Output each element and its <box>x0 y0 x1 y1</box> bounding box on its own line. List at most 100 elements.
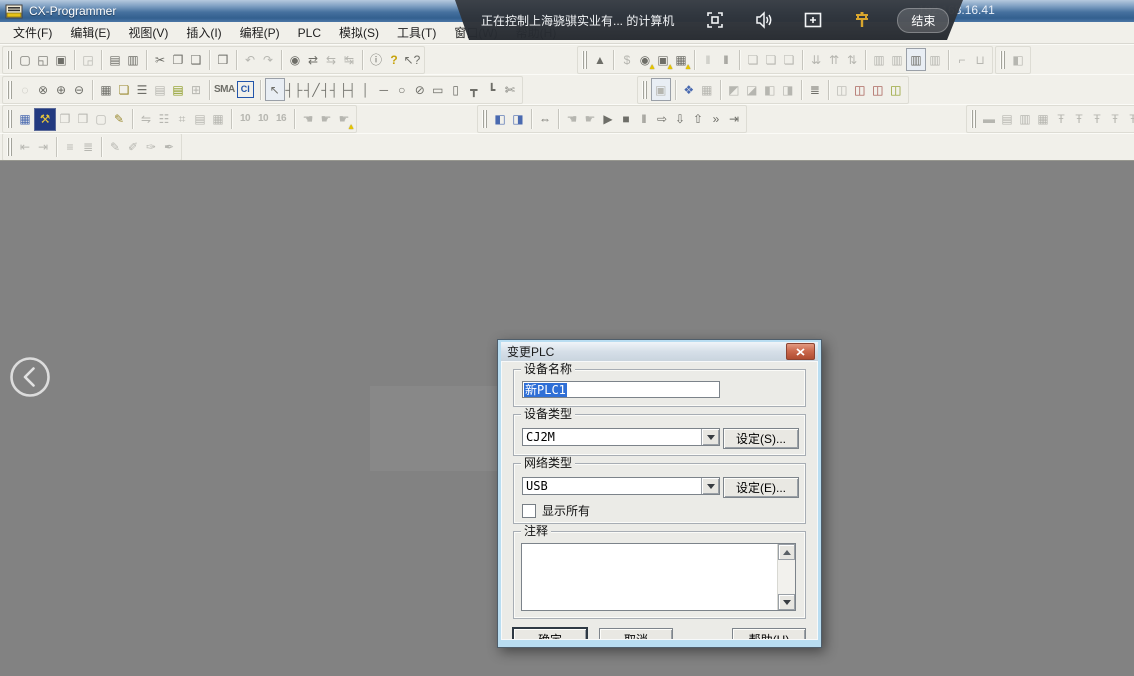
network-type-settings-button[interactable]: 设定(E)... <box>723 477 799 498</box>
menu-item-3[interactable]: 视图(V) <box>119 21 177 44</box>
marker-pen-3-button[interactable]: ✑ <box>142 137 160 158</box>
scroll-down-button[interactable] <box>778 594 795 610</box>
instruction-box-button[interactable]: ▭ <box>429 79 447 100</box>
grid-toggle-button[interactable]: ▦ <box>97 79 115 100</box>
open-coil-button[interactable]: ○ <box>393 79 411 100</box>
work-online-button[interactable]: ☚ <box>563 109 581 130</box>
work-online-simulator-button[interactable]: ☛ <box>581 109 599 130</box>
io-comment-button[interactable]: ⌗ <box>173 109 191 130</box>
pv-display-1-button[interactable]: ▬ <box>980 109 998 130</box>
pv-display-4-button[interactable]: ▦ <box>1034 109 1052 130</box>
layer-view-button[interactable]: ❖ <box>680 79 698 100</box>
force-on-button[interactable]: ☚ <box>299 109 317 130</box>
about-button[interactable]: ⓘ <box>367 49 385 70</box>
update-watch-cell-button[interactable]: ◧ <box>761 79 779 100</box>
delete-branch-button[interactable]: ✄ <box>501 79 519 100</box>
vertical-line-button[interactable]: │ <box>357 79 375 100</box>
rung-corner-button[interactable]: ┗ <box>483 79 501 100</box>
compile-program-button[interactable]: ▲ <box>591 49 609 70</box>
open-file-button[interactable]: ◱ <box>34 49 52 70</box>
force-cancel-button[interactable]: ☛▲ <box>335 109 353 130</box>
pin-icon[interactable] <box>851 9 873 31</box>
remove-watch-cell-button[interactable]: ◪ <box>743 79 761 100</box>
sim-step-in-button[interactable]: ⇩ <box>671 109 689 130</box>
window-exit-button[interactable]: ◫ <box>833 79 851 100</box>
scroll-up-button[interactable] <box>778 544 795 560</box>
closed-contact-button[interactable]: ┤╱ <box>303 79 321 100</box>
io-comment-list-button[interactable]: ≣ <box>79 137 97 158</box>
replace-button[interactable]: ⇄ <box>304 49 322 70</box>
menu-item-8[interactable]: 工具(T) <box>388 21 445 44</box>
sim-continuous-run-button[interactable]: » <box>707 109 725 130</box>
comment-scrollbar[interactable] <box>777 544 795 610</box>
properties-button[interactable]: ✎ <box>110 109 128 130</box>
signed-decimal-display-button[interactable]: 10 <box>254 109 272 130</box>
toolbar-grip-handle[interactable] <box>971 110 976 128</box>
menu-item-1[interactable]: 文件(F) <box>4 21 61 44</box>
differential-monitor-5-button[interactable]: Ŧ <box>1124 109 1134 130</box>
outdent-rung-button[interactable]: ⇤ <box>16 137 34 158</box>
hierarchy-view-button[interactable]: ⊞ <box>187 79 205 100</box>
monitor-window-button[interactable]: ▣ <box>651 78 671 101</box>
toolbar-grip-handle[interactable] <box>7 81 12 99</box>
help-button[interactable]: ? <box>385 49 403 70</box>
marker-pen-2-button[interactable]: ✐ <box>124 137 142 158</box>
device-type-combo[interactable]: CJ2M <box>522 428 720 446</box>
ladder-page-button[interactable]: ❏ <box>115 79 133 100</box>
window-close-all-button[interactable]: ◫ <box>869 79 887 100</box>
mnemonic-view-button[interactable]: ▤ <box>151 79 169 100</box>
address-reference-button[interactable]: ☷ <box>155 109 173 130</box>
network-compare-button[interactable]: ⇅ <box>843 49 861 70</box>
undo-button[interactable]: ↶ <box>241 49 259 70</box>
network-type-combo[interactable]: USB <box>522 477 720 495</box>
pause-button[interactable]: ‖ <box>717 49 735 70</box>
step-trace-button[interactable]: ⌐ <box>953 49 971 70</box>
insert-watch-row-button[interactable]: ◨ <box>779 79 797 100</box>
zoom-region-button[interactable]: ⊗ <box>34 79 52 100</box>
hex-display-button[interactable]: 16 <box>272 109 290 130</box>
run-mode-button[interactable]: ▥ <box>870 49 888 70</box>
pause-offline-button[interactable]: ‖ <box>699 49 717 70</box>
toolbar-grip-handle[interactable] <box>582 51 587 69</box>
sim-pause-button[interactable]: ‖ <box>635 109 653 130</box>
inverted-instruction-box-button[interactable]: ▯ <box>447 79 465 100</box>
toolbar-grip-handle[interactable] <box>482 110 487 128</box>
monitor-warning-button[interactable]: ▦▲ <box>672 49 690 70</box>
io-table-button[interactable]: ▦ <box>209 109 227 130</box>
speaker-icon[interactable] <box>753 9 775 31</box>
time-chart-button[interactable]: ⊔ <box>971 49 989 70</box>
change-all-button[interactable]: ↹ <box>340 49 358 70</box>
program-check-button[interactable]: ❏ <box>744 49 762 70</box>
network-download-button[interactable]: ⇊ <box>807 49 825 70</box>
device-name-input[interactable]: 新PLC1 <box>522 381 720 398</box>
zoom-tool-button[interactable]: ◌ <box>16 79 34 100</box>
rung-branch-button[interactable]: ┳ <box>465 79 483 100</box>
program-mode-button[interactable]: ▥ <box>906 48 926 71</box>
differential-monitor-4-button[interactable]: Ŧ <box>1106 109 1124 130</box>
rung-comment-list-button[interactable]: ≡ <box>61 137 79 158</box>
window-new-button[interactable]: ▢ <box>92 109 110 130</box>
print-button[interactable]: ▤ <box>106 49 124 70</box>
online-cost-button[interactable]: $ <box>618 49 636 70</box>
network-upload-button[interactable]: ⇈ <box>825 49 843 70</box>
ci-view-button[interactable]: CI <box>237 81 254 98</box>
or-open-contact-button[interactable]: ┤┤ <box>321 79 339 100</box>
decimal-display-button[interactable]: 10 <box>236 109 254 130</box>
tile-windows-button[interactable]: ▦ <box>16 109 34 130</box>
menu-item-6[interactable]: PLC <box>289 23 330 43</box>
program-transfer-button[interactable]: ❏ <box>762 49 780 70</box>
transfer-from-plc-button[interactable]: ◨ <box>509 109 527 130</box>
rung-comment-button[interactable]: ▤ <box>191 109 209 130</box>
toolbar-grip-handle[interactable] <box>1000 51 1005 69</box>
scrollbar-track[interactable] <box>778 560 795 594</box>
end-control-button[interactable]: 结束 <box>897 8 949 33</box>
horizontal-line-button[interactable]: ─ <box>375 79 393 100</box>
add-watch-cell-button[interactable]: ◩ <box>725 79 743 100</box>
open-contact-button[interactable]: ┤├ <box>285 79 303 100</box>
differential-monitor-1-button[interactable]: Ŧ <box>1052 109 1070 130</box>
redo-button[interactable]: ↷ <box>259 49 277 70</box>
new-file-button[interactable]: ▢ <box>16 49 34 70</box>
debug-mode-button[interactable]: ▥ <box>926 49 944 70</box>
save-button[interactable]: ▣ <box>52 49 70 70</box>
fullscreen-icon[interactable] <box>704 9 726 31</box>
